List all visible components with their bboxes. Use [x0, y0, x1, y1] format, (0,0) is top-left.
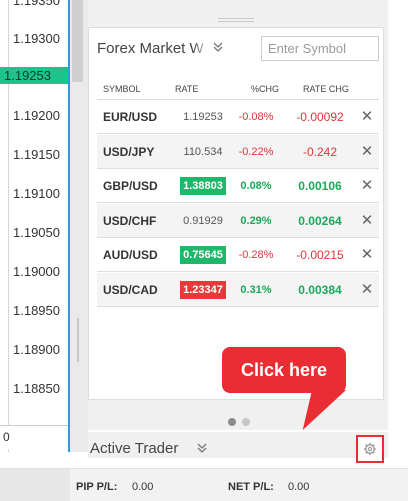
page-dot-1[interactable]	[228, 418, 236, 426]
row-rate-chg: 0.00384	[298, 282, 342, 297]
close-icon[interactable]: ✕	[359, 204, 375, 238]
row-pct-chg: -0.08%	[238, 111, 274, 123]
row-rate: 1.23347	[180, 280, 226, 299]
row-pct-chg: 0.08%	[240, 180, 272, 192]
axis-tick-label: 1.18950	[13, 303, 60, 318]
row-rate-chg: 0.00106	[298, 179, 342, 193]
price-axis-panel: 1.19350 1.19300 1.19253 1.19200 1.19150 …	[0, 0, 70, 452]
row-rate: 110.534	[183, 145, 223, 158]
active-trader-bar: Active Trader	[88, 432, 388, 463]
pip-pl-label: PIP P/L:	[76, 481, 118, 493]
net-pl-label: NET P/L:	[228, 481, 274, 493]
title-fade	[193, 36, 209, 64]
watchlist-row[interactable]: AUD/USD 0.75645 -0.28% -0.00215 ✕	[97, 238, 379, 272]
axis-tick-label: 1.19000	[13, 264, 60, 279]
status-bar: PIP P/L: 0.00 NET P/L: 0.00	[0, 468, 408, 501]
row-pct-chg: -0.22%	[238, 145, 274, 158]
close-icon[interactable]: ✕	[359, 273, 375, 307]
row-pct-chg: -0.28%	[238, 249, 274, 261]
axis-tick-label: 1.19150	[13, 147, 60, 162]
watchlist-row[interactable]: GBP/USD 1.38803 0.08% 0.00106 ✕	[97, 169, 379, 203]
close-icon[interactable]: ✕	[359, 135, 375, 169]
panel-splitter[interactable]	[70, 0, 88, 452]
row-symbol: USD/JPY	[103, 144, 155, 159]
splitter-grip[interactable]	[77, 318, 79, 362]
double-chevron-down-icon[interactable]	[212, 41, 224, 56]
row-pct-chg: 0.29%	[240, 214, 272, 227]
watchlist-card: Forex Market W SYMBOL RATE %CHG RATE CHG…	[88, 27, 384, 400]
axis-tick-label: 1.18900	[13, 342, 60, 357]
page-dot-2[interactable]	[242, 418, 250, 426]
axis-tick-label: 1.19050	[13, 225, 60, 240]
row-symbol: USD/CHF	[103, 213, 157, 228]
column-header-rate: RATE	[175, 84, 199, 94]
row-symbol: AUD/USD	[103, 248, 158, 262]
row-pct-chg: 0.31%	[240, 283, 272, 296]
close-icon[interactable]: ✕	[359, 169, 375, 203]
close-icon[interactable]: ✕	[359, 238, 375, 272]
status-left-strip	[0, 469, 70, 501]
row-rate: 1.19253	[183, 111, 223, 123]
symbol-search-input[interactable]	[261, 36, 379, 61]
axis-tick-label: 1.19350	[13, 0, 60, 8]
column-header-pct-chg: %CHG	[251, 84, 280, 94]
row-rate: 0.91929	[183, 214, 223, 227]
watchlist-row[interactable]: EUR/USD 1.19253 -0.08% -0.00092 ✕	[97, 100, 379, 134]
row-symbol: EUR/USD	[103, 110, 158, 124]
close-icon[interactable]: ✕	[359, 100, 375, 134]
page-indicator	[228, 413, 256, 431]
watchlist-row[interactable]: USD/JPY 110.534 -0.22% -0.242 ✕	[97, 134, 379, 169]
current-price-marker: 1.19253	[0, 67, 68, 84]
column-header-symbol: SYMBOL	[103, 84, 141, 94]
row-rate: 0.75645	[180, 246, 226, 264]
row-symbol: GBP/USD	[103, 179, 158, 193]
net-pl-value: 0.00	[288, 481, 310, 493]
resize-grip[interactable]	[218, 18, 254, 22]
axis-tick-label: 1.18850	[13, 381, 60, 396]
row-rate: 1.38803	[180, 177, 226, 195]
pip-pl-value: 0.00	[132, 481, 154, 493]
scrollbar-thumb[interactable]	[72, 0, 83, 82]
click-here-callout: Click here	[222, 347, 346, 393]
row-rate-chg: -0.00092	[296, 110, 344, 124]
watchlist-title[interactable]: Forex Market W	[97, 40, 204, 57]
watchlist-row[interactable]: USD/CAD 1.23347 0.31% 0.00384 ✕	[97, 272, 379, 307]
row-rate-chg: 0.00264	[298, 213, 342, 228]
watchlist-row[interactable]: USD/CHF 0.91929 0.29% 0.00264 ✕	[97, 203, 379, 238]
row-rate-chg: -0.00215	[296, 248, 344, 262]
column-header-rate-chg: RATE CHG	[303, 84, 349, 94]
double-chevron-down-icon[interactable]	[196, 442, 208, 457]
row-symbol: USD/CAD	[103, 282, 158, 297]
gear-icon[interactable]	[356, 435, 384, 463]
row-rate-chg: -0.242	[302, 144, 338, 159]
axis-tick-label: 1.19200	[13, 108, 60, 123]
axis-tick-label: 1.19100	[13, 186, 60, 201]
chart-bottom-field[interactable]: 0	[0, 425, 68, 449]
axis-tick-label: 1.19300	[13, 31, 60, 46]
active-trader-label[interactable]: Active Trader	[90, 440, 178, 457]
